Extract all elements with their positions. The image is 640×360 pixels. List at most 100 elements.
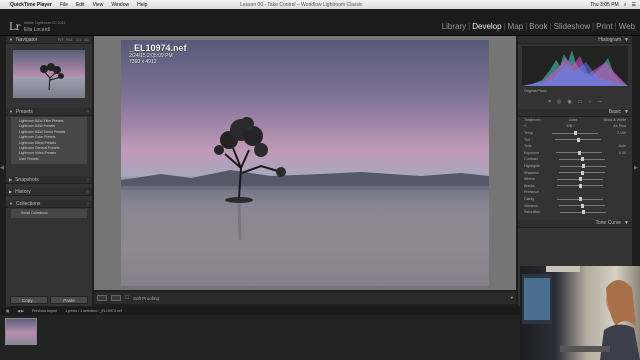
clear-history-icon[interactable]: × <box>87 190 89 194</box>
contrast-slider[interactable] <box>558 157 605 162</box>
tool-strip: ⌗ ◎ ◉ ▭ ○ ⊸ <box>522 97 628 107</box>
main-photo[interactable]: _EL10974.nef 2/24/15 2:05:09 PM 7360 x 4… <box>121 40 489 286</box>
tone-row: Tone Auto <box>524 144 626 149</box>
red-eye-icon[interactable]: ◉ <box>567 99 571 105</box>
menu-window[interactable]: Window <box>111 2 129 8</box>
module-develop[interactable]: Develop <box>472 22 501 31</box>
module-picker: Library | Develop | Map | Book | Slideshow | … <box>441 22 635 31</box>
treatment-color[interactable]: Color <box>569 118 578 122</box>
spot-removal-icon[interactable]: ◎ <box>557 99 561 105</box>
clock[interactable]: Thu 3:05 PM <box>590 2 619 8</box>
develop-toolbar: ☐ Soft Proofing ▾ <box>94 292 516 304</box>
highlights-slider[interactable] <box>559 164 606 169</box>
zoom-fit[interactable]: FIT <box>58 38 63 42</box>
whites-slider[interactable] <box>557 177 604 182</box>
crop-icon[interactable]: ⌗ <box>548 99 551 105</box>
presets-header[interactable]: ▼ Presets + <box>6 108 92 116</box>
left-panel: ▼ Navigator FIT FILL 1:1 3:1 ▼ Presets + Light… <box>6 36 92 306</box>
module-print[interactable]: Print <box>596 22 612 31</box>
menu-edit[interactable]: Edit <box>76 2 85 8</box>
exposure-value[interactable]: 0.00 <box>619 151 626 155</box>
blacks-row: Blacks <box>518 183 632 190</box>
auto-button[interactable]: Auto <box>619 144 626 148</box>
shadows-row: Shadows <box>518 169 632 176</box>
zoom-3-1[interactable]: 3:1 <box>84 38 89 42</box>
presets-list: Lightroom B&W Filter Presets Lightroom B… <box>11 117 87 165</box>
identity-plate: Lr Adobe Lightroom CC 2015 Elia Locardi … <box>0 9 640 36</box>
module-web[interactable]: Web <box>619 22 635 31</box>
window-title: Lesson 06 - Take Control – Workflow Ligh… <box>240 1 363 8</box>
collections-header[interactable]: ▼ Collections + <box>6 200 92 209</box>
add-collection-icon[interactable]: + <box>87 202 89 206</box>
original-photo-toggle[interactable]: Original Photo <box>518 88 632 95</box>
add-snapshot-icon[interactable]: + <box>87 178 89 182</box>
paste-button[interactable]: Paste <box>50 296 88 304</box>
exposure-row: Exposure 0.00 <box>524 150 626 155</box>
right-panel-toggle-icon[interactable]: ▶ <box>634 165 638 171</box>
collapse-triangle-icon: ▼ <box>624 36 629 43</box>
app-menu[interactable]: QuickTime Player <box>10 2 52 8</box>
before-after-icon[interactable] <box>111 295 121 301</box>
contrast-row: Contrast <box>518 156 632 163</box>
copy-button[interactable]: Copy... <box>10 296 48 304</box>
user-name: Elia Locardi <box>24 27 51 33</box>
grid-view-icon[interactable]: ▦ <box>6 309 9 313</box>
module-book[interactable]: Book <box>529 22 547 31</box>
preset-folder[interactable]: User Presets <box>11 157 87 162</box>
highlights-row: Highlights <box>518 163 632 170</box>
navigator-preview[interactable] <box>13 50 85 98</box>
soft-proofing-checkbox[interactable]: ☐ <box>125 295 129 301</box>
history-header[interactable]: ▶ History × <box>6 188 92 197</box>
module-library[interactable]: Library <box>442 22 466 31</box>
menu-file[interactable]: File <box>60 2 68 8</box>
wb-eyedropper-icon[interactable]: ✎ <box>524 124 527 128</box>
tint-row: Tint <box>518 136 632 143</box>
tone-curve-header[interactable]: Tone Curve ▼ <box>518 219 632 228</box>
zoom-1-1[interactable]: 1:1 <box>76 38 81 42</box>
vibrance-slider[interactable] <box>559 203 606 208</box>
search-icon[interactable]: ⌕ <box>624 2 627 8</box>
left-panel-toggle-icon[interactable]: ◀ <box>0 165 4 171</box>
treatment-bw[interactable]: Black & White <box>604 118 626 122</box>
menu-help[interactable]: Help <box>137 2 147 8</box>
tint-slider[interactable] <box>554 137 601 142</box>
wb-select[interactable]: As Shot <box>613 124 626 128</box>
photo-filename: _EL10974.nef <box>129 43 187 53</box>
whites-row: Whites <box>518 176 632 183</box>
histogram[interactable] <box>522 46 628 86</box>
blacks-slider[interactable] <box>557 183 604 188</box>
filmstrip-thumbnail[interactable] <box>5 318 37 345</box>
back-arrow-icon[interactable]: ◀ ▶ <box>17 309 24 313</box>
exposure-slider[interactable] <box>556 150 603 155</box>
graduated-filter-icon[interactable]: ▭ <box>578 99 583 105</box>
filmstrip-info: 1 photo / 1 selected / _EL10974.nef <box>65 309 122 313</box>
histogram-header[interactable]: Histogram ▼ <box>518 36 632 44</box>
catalog-name: Adobe Lightroom CC 2015 <box>24 21 66 25</box>
temp-value[interactable]: 7,100 <box>617 131 626 135</box>
saturation-slider[interactable] <box>560 210 607 215</box>
module-map[interactable]: Map <box>508 22 524 31</box>
adjustment-brush-icon[interactable]: ⊸ <box>598 99 602 105</box>
zoom-fill[interactable]: FILL <box>66 38 73 42</box>
navigator-header[interactable]: ▼ Navigator FIT FILL 1:1 3:1 <box>6 36 92 44</box>
radial-filter-icon[interactable]: ○ <box>589 99 592 105</box>
temp-slider[interactable] <box>551 131 598 136</box>
soft-proofing-label: Soft Proofing <box>133 295 160 301</box>
loupe-view-icon[interactable] <box>97 295 107 301</box>
add-preset-icon[interactable]: + <box>87 110 89 114</box>
lightroom-logo: Lr <box>9 22 21 33</box>
clarity-row: Clarity <box>518 196 632 203</box>
filmstrip-source[interactable]: Previous Import <box>32 309 57 313</box>
clarity-slider[interactable] <box>557 197 604 202</box>
menu-list-icon[interactable]: ☰ <box>632 2 636 8</box>
collapse-triangle-icon: ▼ <box>9 37 13 42</box>
shadows-slider[interactable] <box>559 170 606 175</box>
menu-view[interactable]: View <box>93 2 104 8</box>
snapshots-header[interactable]: ▶ Snapshots + <box>6 176 92 185</box>
collection-item[interactable]: Smart Collections <box>11 209 87 219</box>
toolbar-menu-icon[interactable]: ▾ <box>511 295 513 301</box>
temp-row: Temp 7,100 <box>524 131 626 136</box>
module-slideshow[interactable]: Slideshow <box>554 22 590 31</box>
presence-row: Presence <box>524 190 540 195</box>
basic-header[interactable]: Basic ▼ <box>518 108 632 117</box>
